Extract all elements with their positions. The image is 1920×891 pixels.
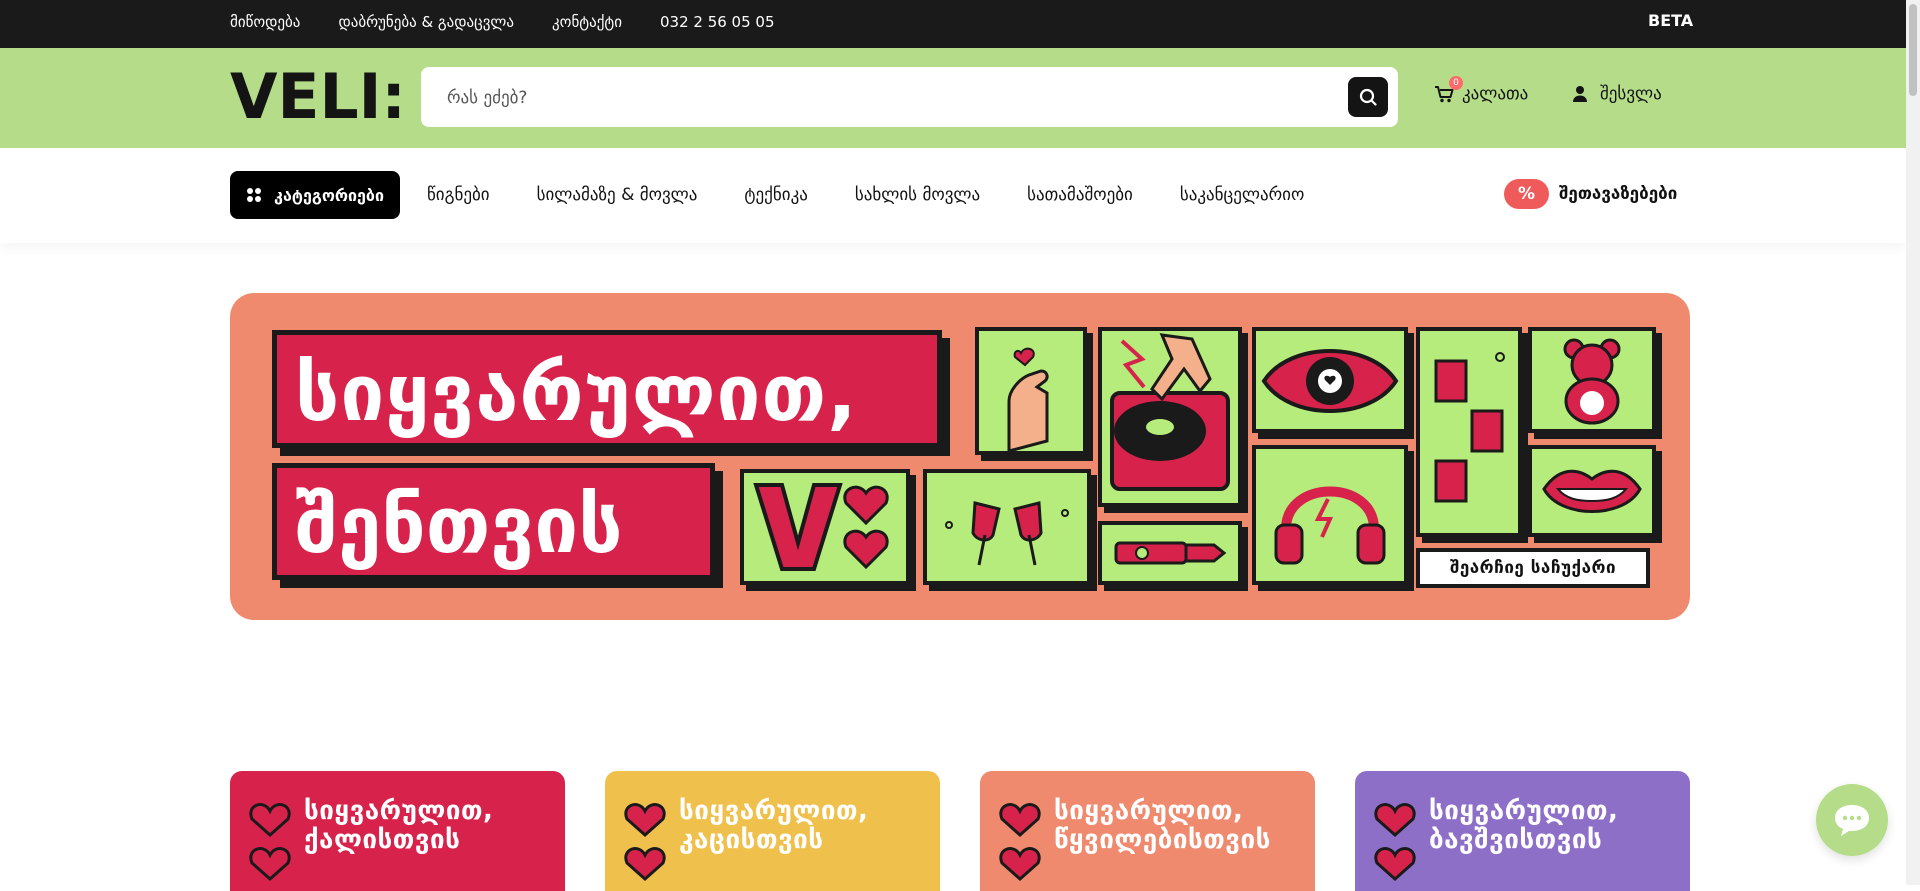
nav-item-stationery[interactable]: საკანცელარიო <box>1180 185 1304 205</box>
v-hearts-illustration <box>753 483 889 571</box>
lips-icon <box>1542 469 1642 513</box>
tile-lipstick <box>1098 521 1242 585</box>
nav-item-toys[interactable]: სათამაშოები <box>1027 185 1133 205</box>
hero-title-line2: შენთვის <box>272 463 715 580</box>
card-title: სიყვარულით, ბავშვისთვის <box>1429 796 1619 855</box>
card-for-men[interactable]: სიყვარულით, კაცისთვის <box>605 771 940 891</box>
nav-item-books[interactable]: წიგნები <box>427 185 490 205</box>
tile-eye <box>1252 327 1408 433</box>
tile-v-hearts <box>740 469 910 585</box>
nav-item-tech[interactable]: ტექნიკა <box>744 185 807 205</box>
eye-icon <box>1261 349 1399 413</box>
hero-title-line1: სიყვარულით, <box>272 330 942 448</box>
login-label: შესვლა <box>1600 84 1662 104</box>
search-icon <box>1359 88 1377 106</box>
tile-headphones <box>1252 445 1408 585</box>
deals-link[interactable]: % შეთავაზებები <box>1504 179 1677 209</box>
heart-icon <box>1374 803 1416 882</box>
search-input[interactable] <box>445 67 1329 129</box>
nav-item-household[interactable]: სახლის მოვლა <box>855 185 980 205</box>
logo-text: VELI: <box>230 70 406 124</box>
hero-banner[interactable]: სიყვარულით, შენთვის შეარჩიე საჩუქარი <box>230 293 1690 620</box>
tile-hand-heart <box>975 327 1087 455</box>
card-title: სიყვარულით, ქალისთვის <box>304 796 494 855</box>
heart-icon <box>624 803 666 882</box>
header: VELI: 0 კალათა შესვლა <box>0 48 1906 148</box>
cart-count-badge: 0 <box>1449 76 1463 90</box>
turntable-icon <box>1110 333 1230 491</box>
grid-icon <box>247 188 262 202</box>
tile-lips <box>1528 445 1656 537</box>
categories-label: კატეგორიები <box>274 185 384 205</box>
beta-label: BETA <box>1648 11 1694 30</box>
top-link-phone[interactable]: 032 2 56 05 05 <box>660 13 775 31</box>
login-button[interactable]: შესვლა <box>1572 84 1662 104</box>
card-for-couples[interactable]: სიყვარულით, წყვილებისთვის <box>980 771 1315 891</box>
lipstick-icon <box>1114 541 1227 565</box>
teddy-bear-icon <box>1563 338 1621 425</box>
books-icon <box>1434 352 1505 503</box>
main-nav: კატეგორიები წიგნები სილამაზე & მოვლა ტექ… <box>0 148 1906 243</box>
chat-icon <box>1835 805 1869 836</box>
chat-button[interactable] <box>1816 784 1888 856</box>
top-link-delivery[interactable]: მიწოდება <box>230 13 300 31</box>
nav-links: წიგნები სილამაზე & მოვლა ტექნიკა სახლის … <box>427 171 1304 219</box>
card-title: სიყვარულით, წყვილებისთვის <box>1054 796 1271 855</box>
tile-books <box>1416 327 1522 537</box>
headphones-icon <box>1274 486 1386 565</box>
card-for-kids[interactable]: სიყვარულით, ბავშვისთვის <box>1355 771 1690 891</box>
nav-item-beauty[interactable]: სილამაზე & მოვლა <box>537 185 698 205</box>
search-bar <box>421 67 1398 129</box>
user-icon <box>1573 86 1587 102</box>
choose-gift-button[interactable]: შეარჩიე საჩუქარი <box>1416 548 1650 588</box>
categories-button[interactable]: კატეგორიები <box>230 171 400 219</box>
scrollbar-thumb[interactable] <box>1909 4 1917 96</box>
finger-heart-icon <box>1007 347 1049 451</box>
cart-label: კალათა <box>1462 84 1529 104</box>
card-title: სიყვარულით, კაცისთვის <box>679 796 869 855</box>
heart-icon <box>249 803 291 882</box>
logo[interactable]: VELI: <box>230 70 408 124</box>
tile-teddy <box>1528 327 1656 433</box>
tile-wine-glasses <box>923 469 1091 585</box>
heart-icon <box>999 803 1041 882</box>
percent-badge: % <box>1504 179 1549 209</box>
cart-button[interactable]: 0 კალათა <box>1434 76 1529 104</box>
tile-turntable <box>1098 327 1242 507</box>
deals-label: შეთავაზებები <box>1559 184 1678 204</box>
wine-glasses-icon <box>945 501 1069 566</box>
top-link-returns[interactable]: დაბრუნება & გადაცვლა <box>338 13 514 31</box>
top-bar: მიწოდება დაბრუნება & გადაცვლა კონტაქტი 0… <box>0 0 1906 48</box>
top-links: მიწოდება დაბრუნება & გადაცვლა კონტაქტი 0… <box>230 0 775 44</box>
card-for-women[interactable]: სიყვარულით, ქალისთვის <box>230 771 565 891</box>
top-link-contact[interactable]: კონტაქტი <box>552 13 622 31</box>
page-scrollbar[interactable] <box>1906 0 1920 885</box>
search-button[interactable] <box>1348 77 1388 117</box>
